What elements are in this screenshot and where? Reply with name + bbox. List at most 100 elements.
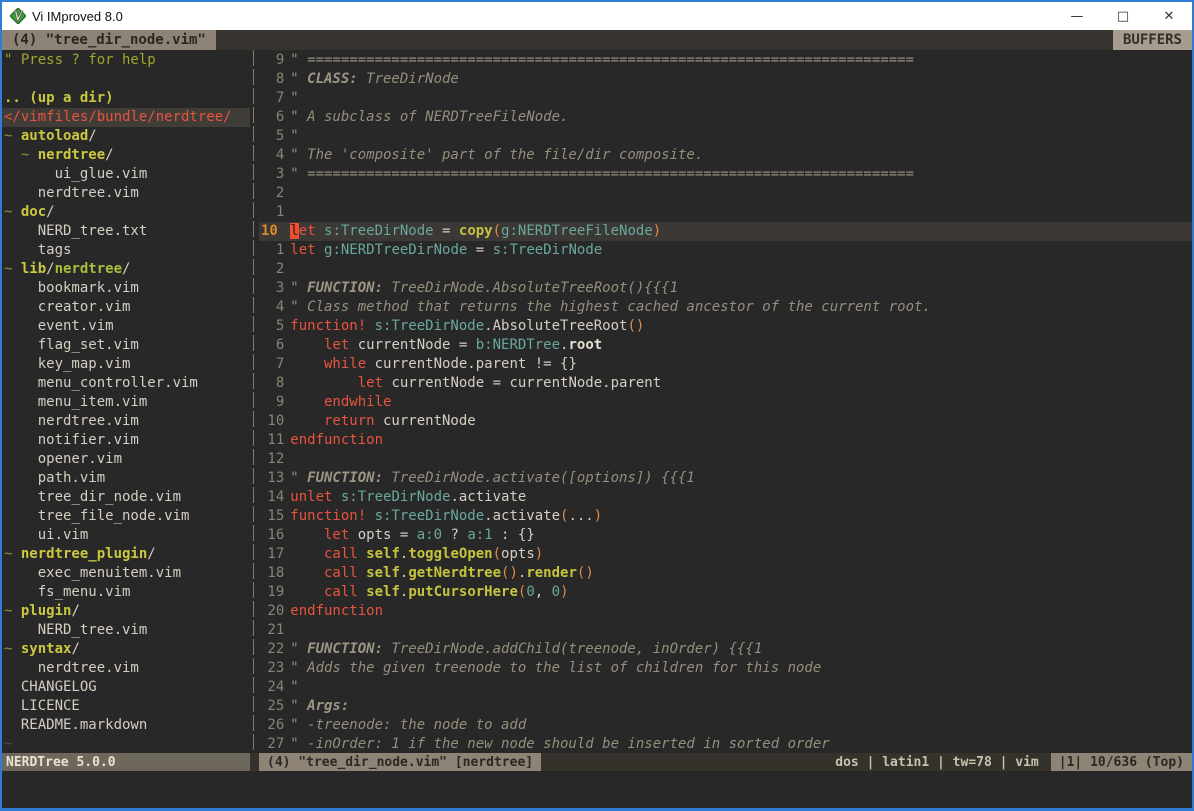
code-line[interactable]: 23" Adds the given treenode to the list … [259,659,1192,678]
tree-item[interactable]: event.vim [2,317,250,336]
code-line[interactable]: 7 while currentNode.parent != {} [259,355,1192,374]
token: nerdtree_plugin [21,546,147,562]
code-line[interactable]: 24" [259,678,1192,697]
line-number: 14 [259,488,284,507]
tree-item[interactable]: menu_controller.vim [2,374,250,393]
code-line[interactable]: 19 call self.putCursorHere(0, 0) [259,583,1192,602]
tree-item[interactable]: </vimfiles/bundle/nerdtree/ [2,108,250,127]
tree-item[interactable]: ~ autoload/ [2,127,250,146]
code-line[interactable]: 8 let currentNode = currentNode.parent [259,374,1192,393]
close-button[interactable]: ✕ [1146,2,1192,30]
code-line[interactable]: 6 let currentNode = b:NERDTree.root [259,336,1192,355]
token: NERD_tree.vim [4,622,147,638]
code-line[interactable]: 11endfunction [259,431,1192,450]
token: / [88,128,96,144]
token: () [577,565,594,581]
tree-item[interactable]: ~ nerdtree_plugin/ [2,545,250,564]
code-line[interactable]: 26" -treenode: the node to add [259,716,1192,735]
code-line[interactable]: 25" Args: [259,697,1192,716]
tab-tree-dir-node[interactable]: (4) "tree_dir_node.vim" [2,30,216,50]
code-line[interactable]: 18 call self.getNerdtree().render() [259,564,1192,583]
code-line[interactable]: 1let g:NERDTreeDirNode = s:TreeDirNode [259,241,1192,260]
code-line[interactable]: 14unlet s:TreeDirNode.activate [259,488,1192,507]
tree-item[interactable]: exec_menuitem.vim [2,564,250,583]
tree-item[interactable]: notifier.vim [2,431,250,450]
window-controls: — □ ✕ [1054,2,1192,30]
code-line[interactable]: 17 call self.toggleOpen(opts) [259,545,1192,564]
tree-item[interactable]: flag_set.vim [2,336,250,355]
tree-item[interactable]: tags [2,241,250,260]
code-line[interactable]: 4" Class method that returns the highest… [259,298,1192,317]
code-line[interactable]: 7" [259,89,1192,108]
code-line[interactable]: 8" CLASS: TreeDirNode [259,70,1192,89]
minimize-button[interactable]: — [1054,2,1100,30]
code-line[interactable]: 1 [259,203,1192,222]
token: unlet [290,489,332,505]
tree-item[interactable]: ui_glue.vim [2,165,250,184]
code-line[interactable]: 13" FUNCTION: TreeDirNode.activate([opti… [259,469,1192,488]
tree-item[interactable]: NERD_tree.vim [2,621,250,640]
tree-item[interactable]: ~ plugin/ [2,602,250,621]
code-line[interactable]: 5" [259,127,1192,146]
tree-item[interactable]: ~ [2,735,250,753]
tree-item[interactable]: CHANGELOG [2,678,250,697]
tree-item[interactable]: LICENCE [2,697,250,716]
token: a:1 [467,527,492,543]
code-line[interactable]: 2 [259,260,1192,279]
code-line[interactable]: 9 endwhile [259,393,1192,412]
tree-item[interactable]: tree_dir_node.vim [2,488,250,507]
line-number: 1 [259,241,284,260]
tree-item[interactable]: ~ syntax/ [2,640,250,659]
tree-item[interactable]: nerdtree.vim [2,659,250,678]
code-line[interactable]: 21 [259,621,1192,640]
tree-item[interactable]: " Press ? for help [2,51,250,70]
token: " [290,90,298,106]
tree-item[interactable]: ~ nerdtree/ [2,146,250,165]
tree-item[interactable]: bookmark.vim [2,279,250,298]
tree-item[interactable]: nerdtree.vim [2,412,250,431]
token: TreeDirNode.addChild(treenode, inOrder) … [383,641,762,657]
code-line[interactable]: 12 [259,450,1192,469]
token: toggleOpen [408,546,492,562]
code-line[interactable]: 4" The 'composite' part of the file/dir … [259,146,1192,165]
tree-item[interactable]: creator.vim [2,298,250,317]
code-line[interactable]: 15function! s:TreeDirNode.activate(...) [259,507,1192,526]
tree-item[interactable]: path.vim [2,469,250,488]
token: b:NERDTree [476,337,560,353]
code-line[interactable]: 20endfunction [259,602,1192,621]
code-line[interactable]: 16 let opts = a:0 ? a:1 : {} [259,526,1192,545]
buffers-label[interactable]: BUFFERS [1113,30,1192,50]
tree-item[interactable] [2,70,250,89]
tree-item[interactable]: ui.vim [2,526,250,545]
tree-item[interactable]: fs_menu.vim [2,583,250,602]
code-line[interactable]: 10 return currentNode [259,412,1192,431]
maximize-button[interactable]: □ [1100,2,1146,30]
code-line[interactable]: 3" =====================================… [259,165,1192,184]
code-line[interactable]: 9" =====================================… [259,51,1192,70]
code-line[interactable]: 3" FUNCTION: TreeDirNode.AbsoluteTreeRoo… [259,279,1192,298]
tree-item[interactable]: ~ lib/nerdtree/ [2,260,250,279]
token: fs_menu.vim [4,584,130,600]
tree-item[interactable]: tree_file_node.vim [2,507,250,526]
tree-item[interactable]: NERD_tree.txt [2,222,250,241]
tree-item[interactable]: .. (up a dir) [2,89,250,108]
window-split-separator[interactable] [250,50,259,753]
code-line[interactable]: 5function! s:TreeDirNode.AbsoluteTreeRoo… [259,317,1192,336]
code-line[interactable]: 27" -inOrder: 1 if the new node should b… [259,735,1192,753]
tree-item[interactable]: README.markdown [2,716,250,735]
statusline-position: |1| 10/636 (Top) [1051,753,1192,771]
code-line[interactable]: 6" A subclass of NERDTreeFileNode. [259,108,1192,127]
tree-item[interactable]: nerdtree.vim [2,184,250,203]
line-number: 24 [259,678,284,697]
tree-item[interactable]: key_map.vim [2,355,250,374]
token: .AbsoluteTreeRoot [484,318,627,334]
tree-item[interactable]: opener.vim [2,450,250,469]
tree-item[interactable]: ~ doc/ [2,203,250,222]
tree-item[interactable]: menu_item.vim [2,393,250,412]
command-line[interactable] [2,771,1192,808]
code-line[interactable]: 2 [259,184,1192,203]
token: while [324,356,366,372]
token: README.markdown [4,717,147,733]
code-line[interactable]: 22" FUNCTION: TreeDirNode.addChild(treen… [259,640,1192,659]
code-line-current[interactable]: 10let s:TreeDirNode = copy(g:NERDTreeFil… [259,222,1192,241]
